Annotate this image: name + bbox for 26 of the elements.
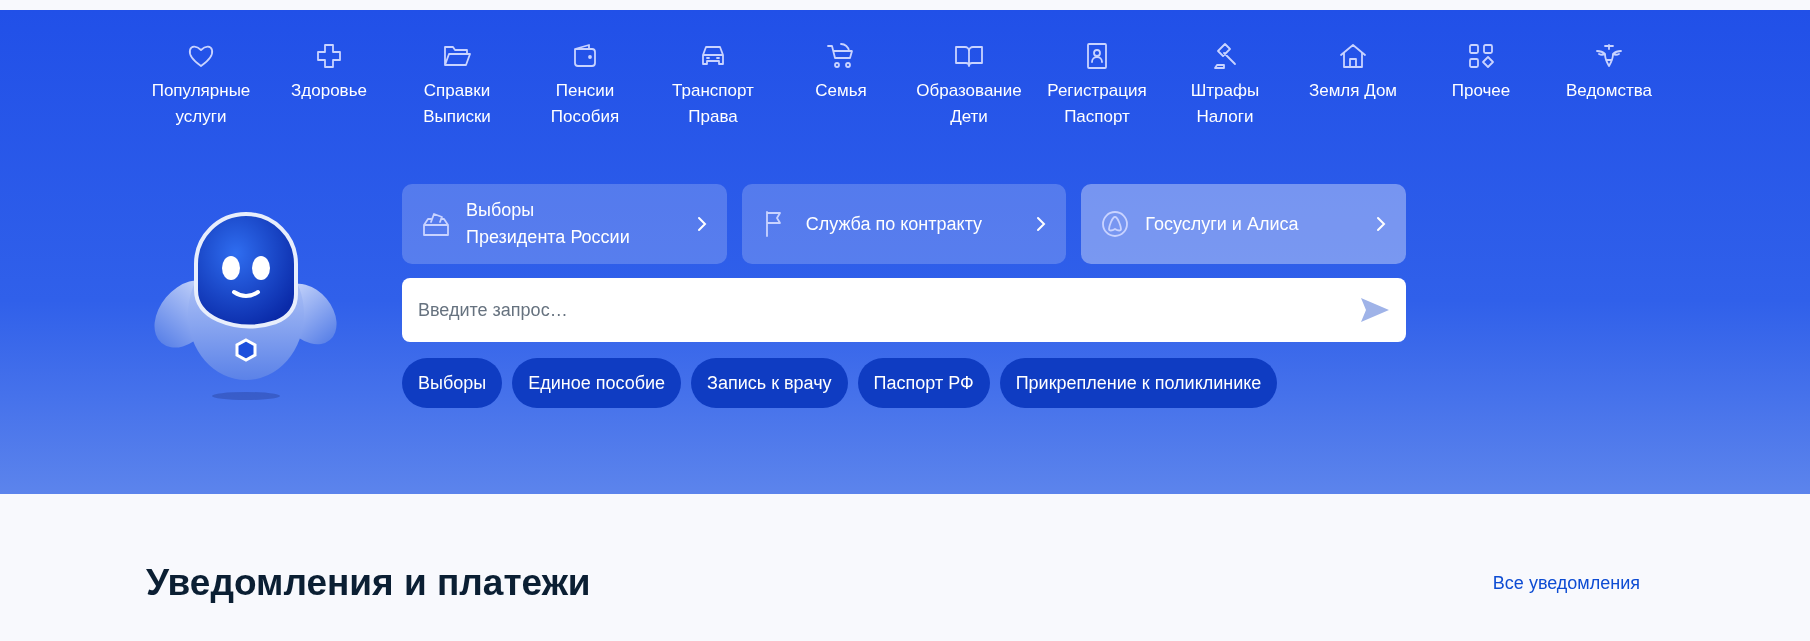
quick-search-chip[interactable]: Прикрепление к поликлинике bbox=[999, 358, 1278, 408]
category-link[interactable]: Транспорт Права bbox=[649, 40, 777, 130]
category-link[interactable]: Пенсии Пособия bbox=[521, 40, 649, 130]
category-link[interactable]: Семья bbox=[777, 40, 905, 130]
category-link[interactable]: Образование Дети bbox=[905, 40, 1033, 130]
quick-search-chip[interactable]: Единое пособие bbox=[512, 358, 682, 408]
category-link[interactable]: Здоровье bbox=[265, 40, 393, 130]
section-heading: Уведомления и платежи bbox=[146, 562, 591, 604]
quick-search-chip[interactable]: Запись к врачу bbox=[691, 358, 848, 408]
all-notifications-link[interactable]: Все уведомления bbox=[1492, 572, 1640, 594]
category-link[interactable]: Штрафы Налоги bbox=[1161, 40, 1289, 130]
send-icon[interactable] bbox=[1360, 297, 1390, 323]
category-link[interactable]: Ведомства bbox=[1545, 40, 1673, 130]
quick-search-chip[interactable]: Выборы bbox=[402, 358, 503, 408]
chevron-icon bbox=[696, 216, 707, 232]
category-link[interactable]: Прочее bbox=[1417, 40, 1545, 130]
chevron-icon bbox=[1376, 216, 1386, 232]
quick-search-chip[interactable]: Паспорт РФ bbox=[857, 358, 990, 408]
promo-card[interactable]: Выборы Президента России bbox=[402, 184, 727, 264]
promo-card[interactable]: Служба по контракту bbox=[741, 184, 1067, 264]
chevron-icon bbox=[1036, 216, 1047, 232]
search-field[interactable]: Введите запрос… bbox=[402, 278, 1406, 342]
category-link[interactable]: Регистрация Паспорт bbox=[1033, 40, 1161, 130]
category-link[interactable]: Земля Дом bbox=[1289, 40, 1417, 130]
category-link[interactable]: Справки Выписки bbox=[393, 40, 521, 130]
category-link[interactable]: Популярные услуги bbox=[137, 40, 265, 130]
